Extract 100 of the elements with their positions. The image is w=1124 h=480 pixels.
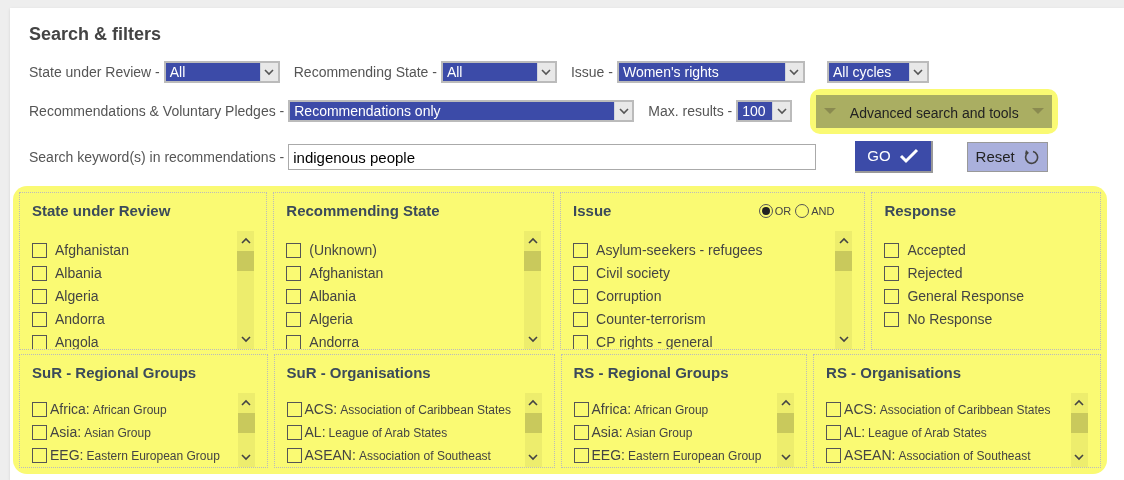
checkbox[interactable] <box>32 312 47 327</box>
scrollbar-thumb[interactable] <box>524 251 542 271</box>
option-label: Accepted <box>907 241 966 260</box>
checkbox[interactable] <box>32 289 47 304</box>
checkbox[interactable] <box>826 402 842 417</box>
checkbox[interactable] <box>286 312 302 327</box>
radio-label: AND <box>811 203 835 219</box>
checkbox[interactable] <box>884 266 900 281</box>
checkbox[interactable] <box>573 425 589 440</box>
group-code: EEG: <box>50 446 84 465</box>
group-name: Association of Southeast <box>358 447 491 465</box>
scrollbar[interactable] <box>237 393 255 467</box>
group-code: ASEAN: <box>844 446 896 465</box>
scrollbar[interactable] <box>524 393 542 467</box>
checkbox[interactable] <box>286 243 302 258</box>
advanced-search-toggle[interactable]: Advanced search and tools <box>816 94 1053 128</box>
group-name: Asian Group <box>84 424 151 442</box>
checkbox[interactable] <box>573 335 589 349</box>
group-name: African Group <box>634 401 709 419</box>
option-label: Afghanistan <box>55 241 129 260</box>
dropdown-select[interactable]: Recommendations only <box>288 100 635 122</box>
scrollbar-thumb[interactable] <box>835 251 853 271</box>
panel-title: SuR - Regional Groups <box>32 362 197 383</box>
option-label: Andorra <box>55 310 105 329</box>
option-label: Counter-terrorism <box>596 310 706 329</box>
panel-title: SuR - Organisations <box>286 362 431 383</box>
group-name: Association of Caribbean States <box>879 401 1051 419</box>
checkbox[interactable] <box>32 243 47 258</box>
scrollbar[interactable] <box>1071 393 1088 467</box>
keyword-input-field[interactable]: indigenous people <box>288 144 817 170</box>
checkbox[interactable] <box>826 448 842 463</box>
checkmark-icon <box>898 148 919 164</box>
checkbox[interactable] <box>32 335 47 349</box>
dropdown-select[interactable]: 100 <box>736 100 793 122</box>
checkbox[interactable] <box>32 402 47 417</box>
group-name: Asian Group <box>625 424 693 442</box>
group-code: AL: <box>304 423 326 442</box>
panel-title: Issue <box>573 200 612 221</box>
scrollbar[interactable] <box>524 231 542 349</box>
checkbox[interactable] <box>573 402 589 417</box>
group-name: African Group <box>92 401 167 419</box>
scrollbar[interactable] <box>835 231 853 349</box>
checkbox[interactable] <box>884 312 900 327</box>
checkbox[interactable] <box>286 335 302 349</box>
scrollbar-thumb[interactable] <box>524 413 542 433</box>
checkbox[interactable] <box>32 266 47 281</box>
checkbox[interactable] <box>884 243 900 258</box>
checkbox[interactable] <box>286 402 302 417</box>
option-label: Algeria <box>55 287 99 306</box>
group-name: Association of Caribbean States <box>340 401 511 419</box>
go-button[interactable]: GO <box>855 141 933 173</box>
scrollbar[interactable] <box>777 393 795 467</box>
scrollbar-thumb[interactable] <box>1071 413 1088 433</box>
checkbox[interactable] <box>573 448 589 463</box>
dropdown-select[interactable]: All cycles <box>826 61 929 83</box>
option-label: Asylum-seekers - refugees <box>596 241 763 260</box>
checkbox[interactable] <box>32 425 47 440</box>
group-code: AL: <box>844 423 866 442</box>
scrollbar-thumb[interactable] <box>237 251 255 271</box>
dropdown-select[interactable]: All <box>440 61 557 83</box>
dropdown-select[interactable]: Women's rights <box>616 61 805 83</box>
panel-title: RS - Regional Groups <box>573 362 729 383</box>
field-label: Recommendations & Voluntary Pledges - <box>29 101 285 121</box>
option-label: Algeria <box>309 310 353 329</box>
page-title: Search & filters <box>29 23 163 46</box>
checkbox[interactable] <box>286 289 302 304</box>
checkbox[interactable] <box>286 448 302 463</box>
option-label: CP rights - general <box>596 333 713 349</box>
scrollbar[interactable] <box>237 231 255 349</box>
panel-title: RS - Organisations <box>826 362 962 383</box>
panel-title: Response <box>884 200 957 221</box>
checkbox[interactable] <box>573 243 589 258</box>
reset-button[interactable]: Reset <box>966 142 1048 172</box>
checkbox[interactable] <box>573 266 589 281</box>
scrollbar-thumb[interactable] <box>237 413 255 433</box>
group-code: ACS: <box>844 400 877 419</box>
group-name: League of Arab States <box>868 424 987 442</box>
checkbox[interactable] <box>32 448 47 463</box>
checkbox[interactable] <box>573 289 589 304</box>
checkbox[interactable] <box>826 425 842 440</box>
group-code: EEG: <box>591 446 625 465</box>
option-label: Civil society <box>596 264 670 283</box>
option-label: Albania <box>55 264 102 283</box>
dropdown-select[interactable]: All <box>163 61 280 83</box>
panel-title: State under Review <box>32 200 171 221</box>
checkbox[interactable] <box>286 425 302 440</box>
field-label: Recommending State - <box>293 62 437 82</box>
scrollbar-thumb[interactable] <box>777 413 795 433</box>
option-label: Afghanistan <box>309 264 384 283</box>
group-code: Africa: <box>50 400 90 419</box>
field-label: Search keyword(s) in recommendations - <box>29 147 285 167</box>
checkbox[interactable] <box>286 266 302 281</box>
caret-icon <box>1032 108 1045 114</box>
field-label: State under Review - <box>29 62 160 82</box>
field-label: Issue - <box>570 62 613 82</box>
option-label: Rejected <box>907 264 963 283</box>
checkbox[interactable] <box>573 312 589 327</box>
field-label: Max. results - <box>648 101 733 121</box>
group-code: Asia: <box>50 423 82 442</box>
checkbox[interactable] <box>884 289 900 304</box>
